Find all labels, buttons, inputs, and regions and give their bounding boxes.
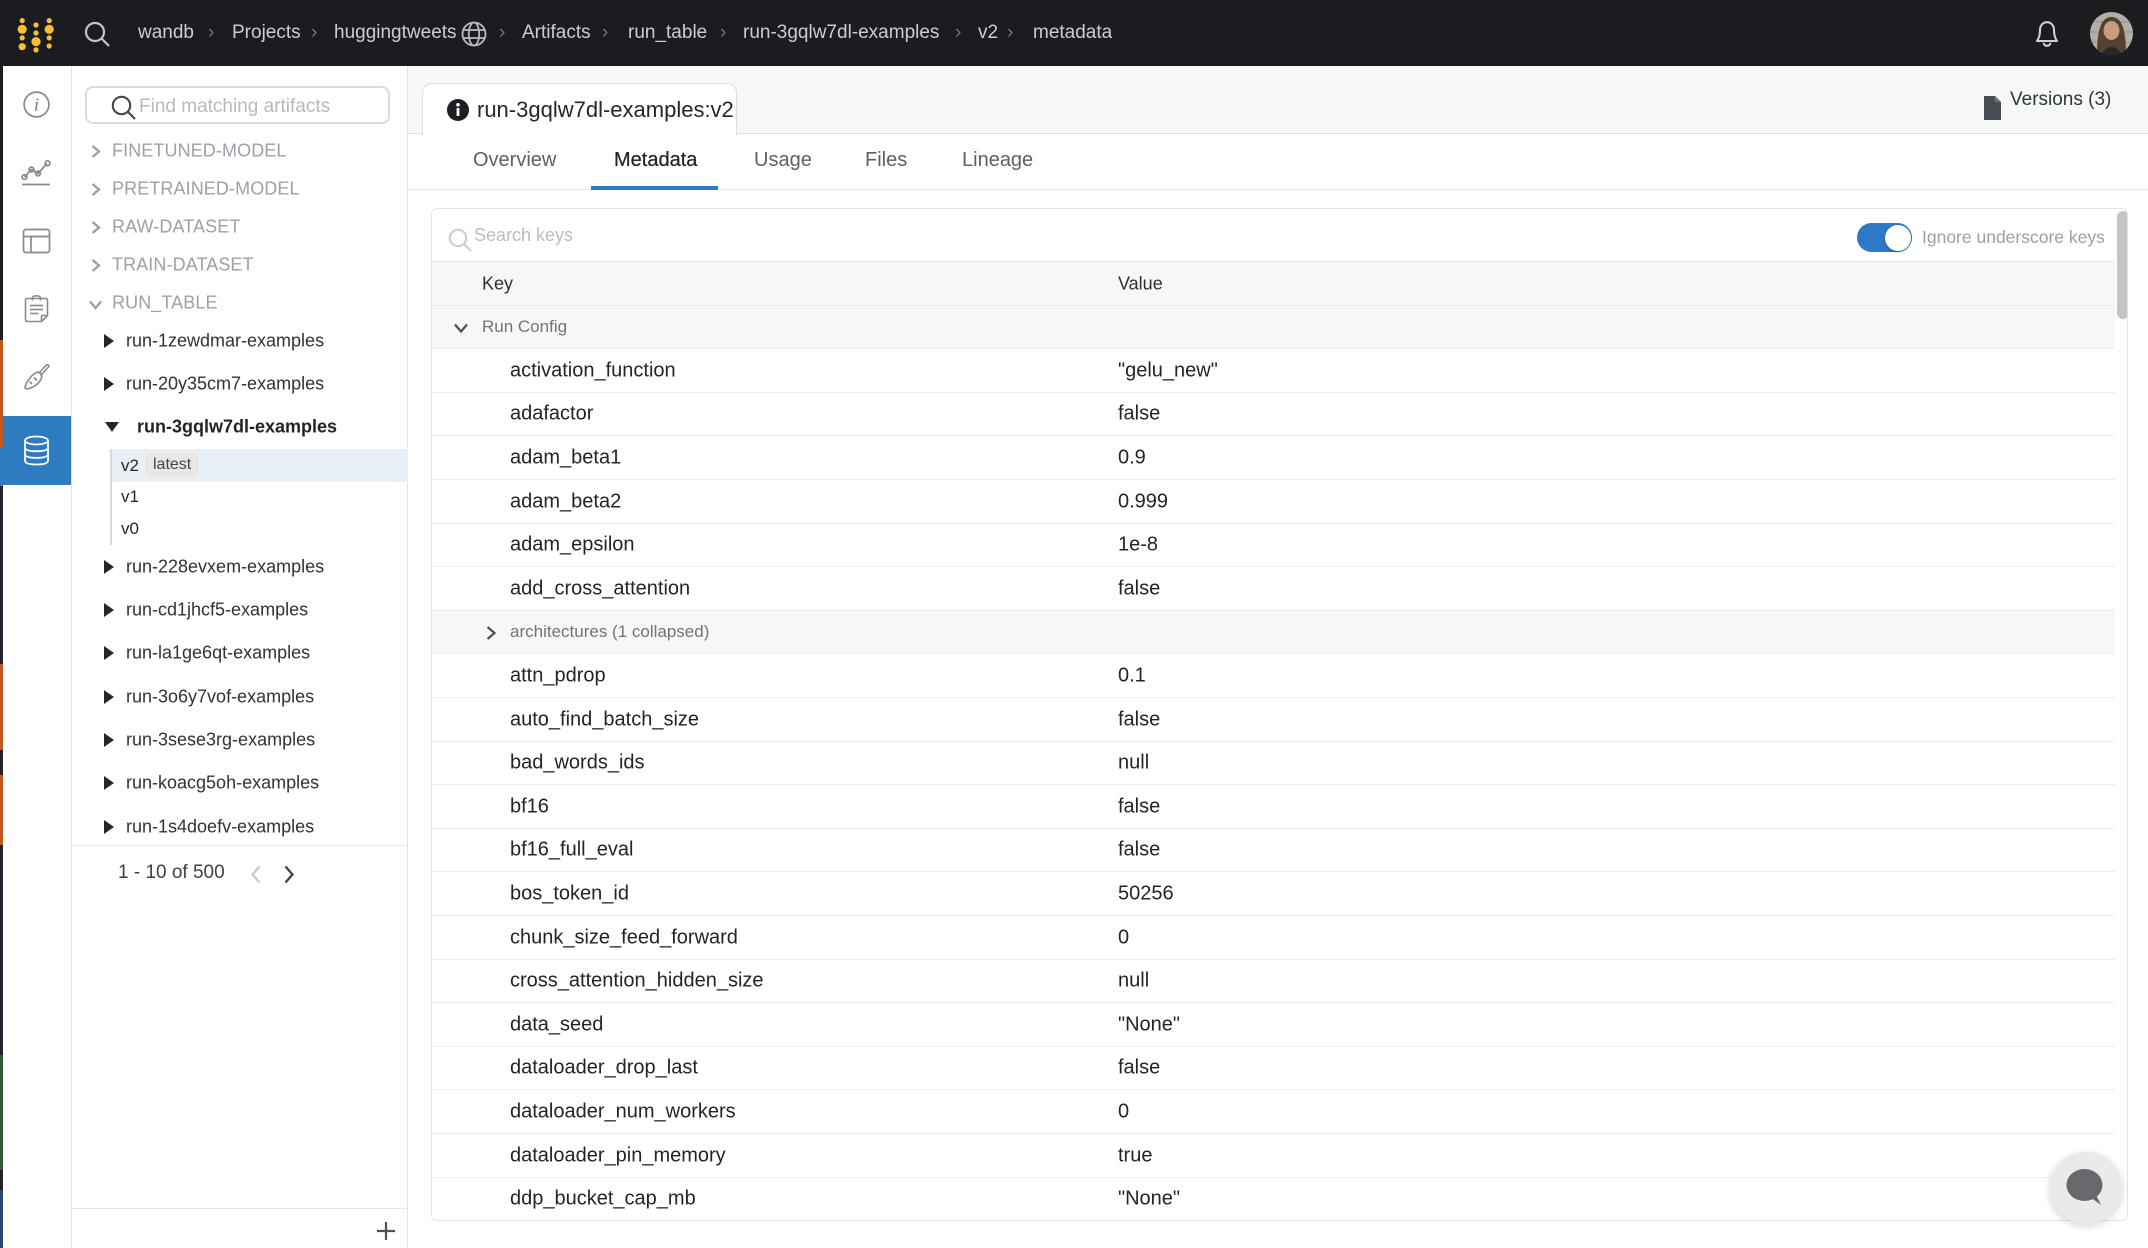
svg-text:i: i — [34, 95, 39, 115]
